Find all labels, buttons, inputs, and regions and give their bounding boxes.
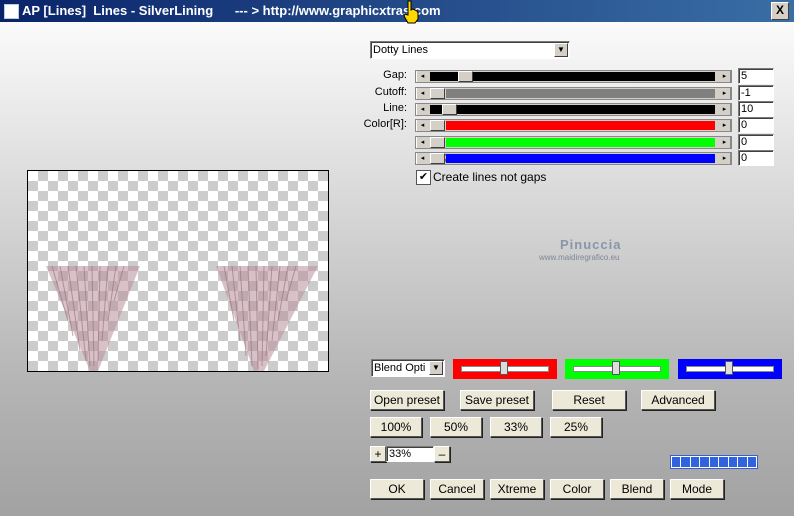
- zoom-25-button[interactable]: 25%: [550, 417, 602, 437]
- slider-value-field[interactable]: -1: [738, 85, 774, 101]
- progress-bar: [670, 455, 758, 469]
- open-preset-button[interactable]: Open preset: [370, 390, 444, 410]
- red-color-box[interactable]: [453, 359, 557, 379]
- zoom-100-button[interactable]: 100%: [370, 417, 422, 437]
- create-lines-label: Create lines not gaps: [433, 170, 547, 184]
- slider-thumb[interactable]: [430, 120, 445, 131]
- ok-button[interactable]: OK: [370, 479, 424, 499]
- progress-segment: [747, 457, 756, 467]
- color-button[interactable]: Color: [550, 479, 604, 499]
- slider-fill: [446, 121, 715, 130]
- zoom-field[interactable]: 33%: [386, 446, 434, 462]
- zoom-33-button[interactable]: 33%: [490, 417, 542, 437]
- slider-thumb[interactable]: [430, 153, 445, 164]
- hand-cursor-icon: [403, 0, 419, 24]
- progress-segment: [681, 457, 690, 467]
- slider-label: Cutoff:: [374, 86, 407, 98]
- reset-button[interactable]: Reset: [552, 390, 626, 410]
- slider-track[interactable]: ◂ ▸: [415, 136, 732, 149]
- slider-value-field[interactable]: 5: [738, 68, 774, 84]
- slider-track[interactable]: ◂ ▸: [415, 152, 732, 165]
- slider-label: Gap:: [383, 69, 407, 81]
- slider-track[interactable]: ◂ ▸: [415, 103, 732, 116]
- blend-options-value: Blend Opti: [374, 362, 426, 374]
- chevron-down-icon[interactable]: ▼: [554, 43, 568, 57]
- arrow-right-icon[interactable]: ▸: [719, 104, 731, 115]
- slider-value-field[interactable]: 0: [738, 134, 774, 150]
- slider-value-field[interactable]: 0: [738, 150, 774, 166]
- arrow-right-icon[interactable]: ▸: [719, 137, 731, 148]
- watermark-site: www.maidiregrafico.eu: [539, 253, 620, 262]
- zoom-minus-button[interactable]: –: [434, 446, 450, 462]
- progress-segment: [700, 457, 709, 467]
- close-button[interactable]: X: [771, 2, 789, 20]
- watermark-name: Pinuccia: [560, 237, 622, 252]
- slider-label: Line:: [383, 102, 407, 114]
- zoom-plus-button[interactable]: +: [370, 446, 386, 462]
- window-title: AP [Lines] Lines - SilverLining --- > ht…: [22, 3, 441, 18]
- slider-thumb[interactable]: [430, 88, 445, 99]
- title-bar: AP [Lines] Lines - SilverLining --- > ht…: [0, 0, 794, 22]
- slider-fill: [446, 89, 715, 98]
- arrow-left-icon[interactable]: ◂: [416, 137, 428, 148]
- slider-thumb[interactable]: [458, 71, 473, 82]
- green-slider-thumb[interactable]: [612, 361, 620, 375]
- progress-segment: [709, 457, 719, 467]
- slider-fill-left: [430, 105, 442, 114]
- progress-segment: [672, 457, 681, 467]
- slider-track[interactable]: ◂ ▸: [415, 70, 732, 83]
- preset-dropdown[interactable]: Dotty Lines ▼: [370, 41, 570, 59]
- zoom-50-button[interactable]: 50%: [430, 417, 482, 437]
- arrow-right-icon[interactable]: ▸: [719, 88, 731, 99]
- slider-fill: [446, 138, 715, 147]
- arrow-left-icon[interactable]: ◂: [416, 71, 428, 82]
- create-lines-checkbox[interactable]: ✔: [416, 170, 431, 185]
- arrow-left-icon[interactable]: ◂: [416, 104, 428, 115]
- advanced-button[interactable]: Advanced: [641, 390, 715, 410]
- progress-segment: [719, 457, 728, 467]
- arrow-left-icon[interactable]: ◂: [416, 120, 428, 131]
- slider-thumb[interactable]: [430, 137, 445, 148]
- blue-color-box[interactable]: [678, 359, 782, 379]
- progress-segment: [728, 457, 738, 467]
- app-icon: [4, 4, 19, 19]
- arrow-left-icon[interactable]: ◂: [416, 153, 428, 164]
- slider-thumb[interactable]: [442, 104, 457, 115]
- arrow-right-icon[interactable]: ▸: [719, 120, 731, 131]
- green-color-box[interactable]: [565, 359, 669, 379]
- preset-dropdown-value: Dotty Lines: [373, 44, 429, 56]
- arrow-right-icon[interactable]: ▸: [719, 153, 731, 164]
- slider-label: Color[R]:: [363, 118, 407, 130]
- chevron-down-icon[interactable]: ▼: [429, 361, 443, 375]
- arrow-left-icon[interactable]: ◂: [416, 88, 428, 99]
- blend-options-dropdown[interactable]: Blend Opti ▼: [371, 359, 445, 377]
- mode-button[interactable]: Mode: [670, 479, 724, 499]
- xtreme-button[interactable]: Xtreme: [490, 479, 544, 499]
- arrow-right-icon[interactable]: ▸: [719, 71, 731, 82]
- preview-canvas[interactable]: [27, 170, 329, 372]
- progress-segment: [738, 457, 747, 467]
- cancel-button[interactable]: Cancel: [430, 479, 484, 499]
- slider-value-field[interactable]: 0: [738, 117, 774, 133]
- save-preset-button[interactable]: Save preset: [460, 390, 534, 410]
- progress-segment: [690, 457, 700, 467]
- slider-fill: [446, 72, 715, 81]
- slider-fill: [446, 154, 715, 163]
- slider-track[interactable]: ◂ ▸: [415, 87, 732, 100]
- blend-button[interactable]: Blend: [610, 479, 664, 499]
- preview-lines-graphic: [46, 265, 318, 371]
- slider-track[interactable]: ◂ ▸: [415, 119, 732, 132]
- blue-slider-thumb[interactable]: [725, 361, 733, 375]
- slider-value-field[interactable]: 10: [738, 101, 774, 117]
- slider-fill: [446, 105, 715, 114]
- red-slider-thumb[interactable]: [500, 361, 508, 375]
